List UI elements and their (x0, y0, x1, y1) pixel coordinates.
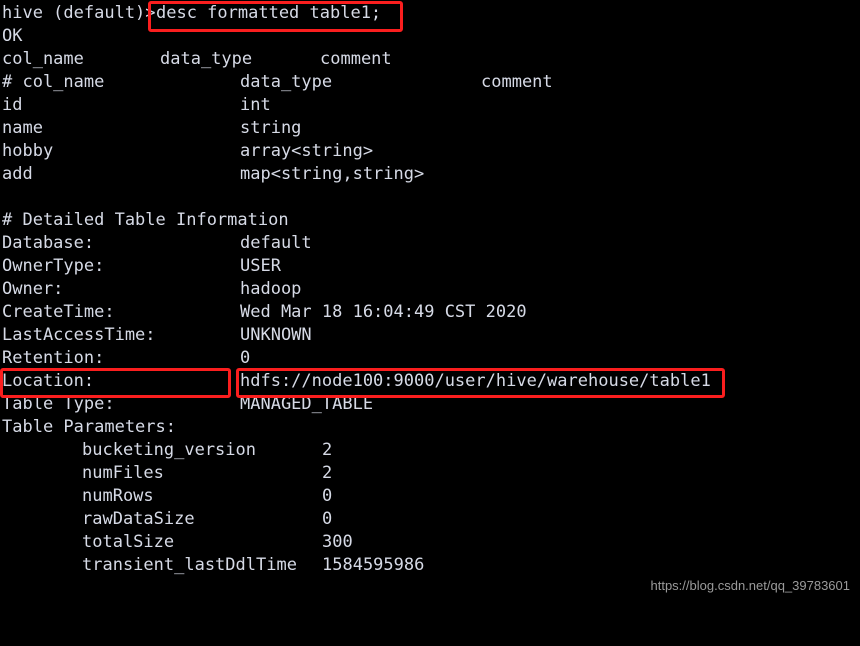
status-ok: OK (2, 26, 23, 46)
column-name: add (2, 164, 33, 184)
table-row: hobby array<string> (0, 140, 860, 163)
prompt-line: hive (default)> desc formatted table1; (0, 2, 860, 25)
detail-value: hadoop (240, 279, 302, 299)
detail-value: USER (240, 256, 281, 276)
column-name: name (2, 118, 43, 138)
detail-value: default (240, 233, 312, 253)
parameter-key: transient_lastDdlTime (82, 555, 297, 575)
location-value: hdfs://node100:9000/user/hive/warehouse/… (240, 371, 711, 391)
detail-key: LastAccessTime: (2, 325, 156, 345)
detail-key: Owner: (2, 279, 64, 299)
detail-key: CreateTime: (2, 302, 115, 322)
detail-row: Database: default (0, 232, 860, 255)
header-col-name: col_name (2, 49, 84, 69)
status-line: OK (0, 25, 860, 48)
detail-row: Owner: hadoop (0, 278, 860, 301)
parameter-row: numFiles 2 (0, 462, 860, 485)
column-type: array<string> (240, 141, 374, 161)
column-type: map<string,string> (240, 164, 425, 184)
schema-header-data-type: data_type (240, 72, 333, 92)
table-row: id int (0, 94, 860, 117)
detail-value: 0 (240, 348, 251, 368)
detail-key: OwnerType: (2, 256, 105, 276)
header-comment: comment (320, 49, 392, 69)
parameter-row: bucketing_version 2 (0, 439, 860, 462)
terminal-window: hive (default)> desc formatted table1; O… (0, 0, 860, 602)
parameter-value: 1584595986 (322, 555, 425, 575)
parameter-value: 0 (322, 486, 333, 506)
parameter-key: numFiles (82, 463, 164, 483)
detail-key: Retention: (2, 348, 105, 368)
parameter-value: 300 (322, 532, 353, 552)
table-type-row: Table Type: MANAGED_TABLE (0, 393, 860, 416)
table-row: add map<string,string> (0, 163, 860, 186)
parameter-key: numRows (82, 486, 154, 506)
location-key: Location: (2, 371, 95, 391)
detail-value: Wed Mar 18 16:04:49 CST 2020 (240, 302, 527, 322)
parameter-row: rawDataSize 0 (0, 508, 860, 531)
schema-header-comment: comment (481, 72, 553, 92)
detail-row: LastAccessTime: UNKNOWN (0, 324, 860, 347)
detail-row: OwnerType: USER (0, 255, 860, 278)
detailed-info-title: # Detailed Table Information (0, 209, 860, 232)
detail-key: Database: (2, 233, 95, 253)
table-type-value: MANAGED_TABLE (240, 394, 374, 414)
column-type: int (240, 95, 271, 115)
watermark: https://blog.csdn.net/qq_39783601 (650, 578, 851, 593)
detail-row: Retention: 0 (0, 347, 860, 370)
parameter-row: totalSize 300 (0, 531, 860, 554)
parameter-key: bucketing_version (82, 440, 256, 460)
schema-header-row: # col_name data_type comment (0, 71, 860, 94)
parameter-row: numRows 0 (0, 485, 860, 508)
schema-header-col-name: # col_name (2, 72, 105, 92)
header-data-type: data_type (160, 49, 253, 69)
detail-value: UNKNOWN (240, 325, 312, 345)
column-name: id (2, 95, 23, 115)
column-name: hobby (2, 141, 54, 161)
detailed-info-title-text: # Detailed Table Information (2, 210, 289, 230)
parameter-key: rawDataSize (82, 509, 195, 529)
table-parameters-title-text: Table Parameters: (2, 417, 176, 437)
detail-row: CreateTime: Wed Mar 18 16:04:49 CST 2020 (0, 301, 860, 324)
parameter-value: 0 (322, 509, 333, 529)
table-row: name string (0, 117, 860, 140)
location-row: Location: hdfs://node100:9000/user/hive/… (0, 370, 860, 393)
table-type-key: Table Type: (2, 394, 115, 414)
result-header-row: col_name data_type comment (0, 48, 860, 71)
column-type: string (240, 118, 302, 138)
parameter-value: 2 (322, 463, 333, 483)
shell-prompt: hive (default)> (2, 3, 156, 23)
parameter-key: totalSize (82, 532, 175, 552)
parameter-value: 2 (322, 440, 333, 460)
command-text: desc formatted table1; (156, 3, 382, 23)
table-parameters-title: Table Parameters: (0, 416, 860, 439)
